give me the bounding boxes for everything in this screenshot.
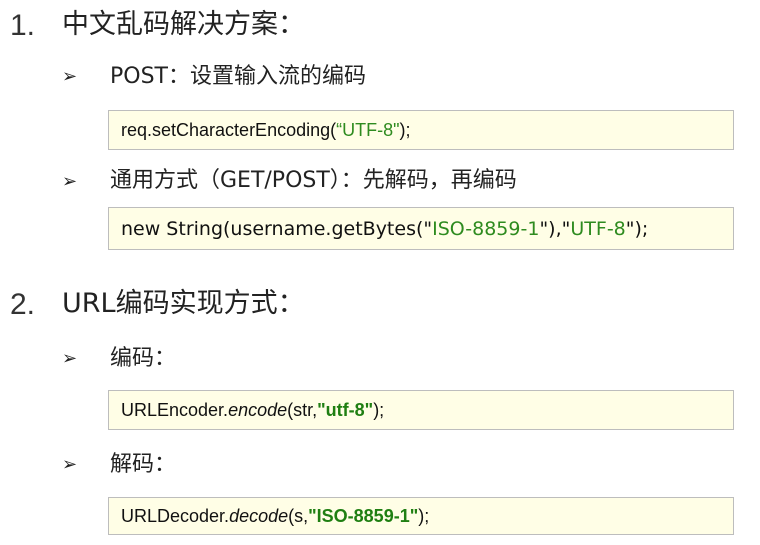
post-method-label: POST：设置输入流的编码 <box>110 64 366 89</box>
code-method-name: decode <box>229 505 289 526</box>
code-call: req.setCharacterEncoding( <box>121 119 337 140</box>
code-suffix: ); <box>399 119 411 140</box>
code-class-name: URLEncoder. <box>121 399 229 420</box>
bullet-arrow-icon: ➢ <box>62 454 78 475</box>
section-2-title: URL编码实现方式： <box>62 288 305 319</box>
bullet-arrow-icon: ➢ <box>62 348 78 369</box>
code-block-new-string: new String(username.getBytes(" ISO-8859-1… <box>108 207 734 250</box>
code-block-url-decoder: URLDecoder. decode (s, "ISO-8859-1"); <box>108 497 734 535</box>
decode-label: 解码： <box>110 452 177 477</box>
bullet-arrow-icon: ➢ <box>62 171 78 192</box>
code-block-set-character-encoding: req.setCharacterEncoding(“UTF-8"); <box>108 110 734 150</box>
bullet-arrow-icon: ➢ <box>62 66 78 87</box>
code-args: (str, <box>287 399 318 420</box>
general-method-label: 通用方式（GET/POST）：先解码，再编码 <box>110 168 517 193</box>
code-method-name: encode <box>228 399 288 420</box>
code-middle: ")," <box>539 217 571 240</box>
section-2-number: 2. <box>10 288 36 321</box>
section-1-title: 中文乱码解决方案： <box>62 9 305 40</box>
code-call: new String(username.getBytes(" <box>121 217 433 240</box>
code-string-literal: "utf-8" <box>317 399 374 420</box>
code-args: (s, <box>288 505 309 526</box>
code-class-name: URLDecoder. <box>121 505 230 526</box>
code-string-literal: ISO-8859-1 <box>432 217 540 240</box>
section-1-number: 1. <box>10 9 36 42</box>
code-string-literal: "ISO-8859-1" <box>308 505 419 526</box>
encode-label: 编码： <box>110 346 177 371</box>
code-string-literal: “UTF-8" <box>336 119 400 140</box>
code-suffix: "); <box>625 217 649 240</box>
code-suffix: ); <box>373 399 385 420</box>
code-suffix: ); <box>418 505 430 526</box>
code-block-url-encoder: URLEncoder. encode (str, "utf-8"); <box>108 390 734 430</box>
code-string-literal: UTF-8 <box>570 217 626 240</box>
